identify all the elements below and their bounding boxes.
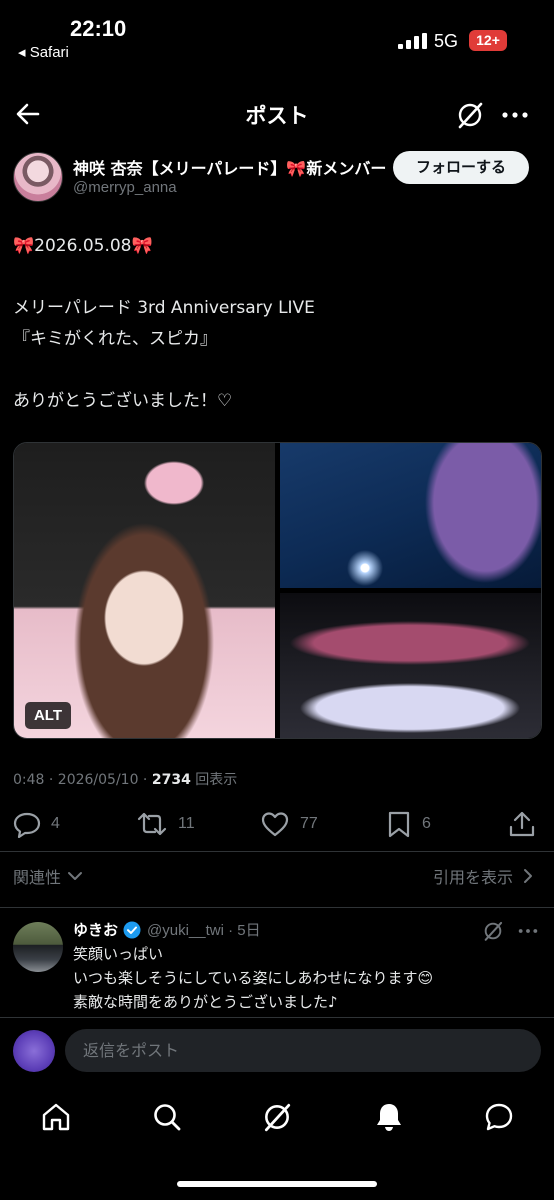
divider xyxy=(0,907,554,908)
bookmark-count: 6 xyxy=(422,815,431,832)
signal-icon xyxy=(398,33,427,49)
repost-count: 11 xyxy=(178,815,195,832)
search-icon[interactable] xyxy=(151,1101,183,1133)
sort-relevance-toggle[interactable]: 関連性 xyxy=(13,864,85,888)
status-time: 22:10 xyxy=(70,16,127,41)
view-quotes-link[interactable]: 引用を表示 xyxy=(433,864,537,888)
post-timestamp: 0:48 · 2026/05/10 · xyxy=(13,772,152,788)
bookmark-action[interactable]: 6 xyxy=(386,806,431,842)
view-quotes-label: 引用を表示 xyxy=(432,868,513,887)
reply-avatar[interactable] xyxy=(13,922,63,972)
network-label: 5G xyxy=(434,31,459,51)
reply-author-handle[interactable]: @yuki__twi · 5日 xyxy=(147,919,261,940)
follow-button[interactable]: フォローする xyxy=(393,151,529,184)
status-bar: 22:10 ◂ Safari 5G 12+ xyxy=(0,0,554,70)
battery-indicator: 12+ xyxy=(469,30,507,51)
notifications-icon[interactable] xyxy=(373,1101,405,1133)
reply-author-name[interactable]: ゆきお xyxy=(73,919,118,940)
bookmark-icon xyxy=(388,811,410,838)
reply-action[interactable]: 4 xyxy=(13,806,60,842)
author-handle[interactable]: @merryp_anna xyxy=(73,179,177,196)
media-photo-2[interactable] xyxy=(280,443,541,588)
post-text: 🎀2026.05.08🎀 メリーパレード 3rd Anniversary LIV… xyxy=(13,236,315,411)
more-icon[interactable] xyxy=(500,100,530,130)
share-action[interactable] xyxy=(508,806,536,842)
home-indicator[interactable] xyxy=(177,1181,377,1187)
alt-badge[interactable]: ALT xyxy=(25,702,71,729)
chevron-right-icon xyxy=(524,869,532,883)
view-label: 回表示 xyxy=(190,772,238,788)
action-bar: 4 11 77 6 xyxy=(0,806,554,842)
like-count: 77 xyxy=(300,815,318,832)
post-meta: 0:48 · 2026/05/10 · 2734 回表示 xyxy=(13,769,237,789)
sort-relevance-label: 関連性 xyxy=(13,868,62,887)
post-header: ポスト xyxy=(0,92,554,138)
reply-header: ゆきお @yuki__twi · 5日 xyxy=(73,919,261,940)
reply-text: 笑顔いっぱい いつも楽しそうにしている姿にしあわせになります😊 素敵な時間をあり… xyxy=(73,945,434,1011)
author-name[interactable]: 神咲 杏奈【メリーパレード】🎀新メンバー xyxy=(73,155,386,179)
divider xyxy=(0,851,554,852)
my-avatar[interactable] xyxy=(13,1030,55,1072)
repost-icon xyxy=(137,812,167,836)
media-grid: ALT xyxy=(13,442,542,739)
view-count[interactable]: 2734 xyxy=(152,772,191,788)
chevron-down-icon xyxy=(68,872,83,880)
messages-icon[interactable] xyxy=(483,1101,515,1133)
reply-composer-input[interactable]: 返信をポスト xyxy=(65,1029,541,1072)
reply-count: 4 xyxy=(51,815,60,832)
grok-icon[interactable] xyxy=(261,1101,293,1133)
back-to-safari[interactable]: ◂ Safari xyxy=(18,43,69,61)
like-icon xyxy=(261,812,289,837)
home-icon[interactable] xyxy=(40,1101,72,1133)
bottom-tab-bar xyxy=(0,1095,554,1141)
repost-action[interactable]: 11 xyxy=(136,806,195,842)
verified-icon xyxy=(123,921,141,938)
reply-icon xyxy=(13,812,41,838)
grok-icon[interactable] xyxy=(455,100,485,130)
media-photo-3[interactable] xyxy=(280,593,541,738)
author-avatar[interactable] xyxy=(13,152,63,202)
like-action[interactable]: 77 xyxy=(260,806,318,842)
grok-icon[interactable] xyxy=(482,920,504,942)
divider xyxy=(0,1017,554,1018)
more-icon[interactable] xyxy=(517,920,539,942)
share-icon xyxy=(509,811,535,837)
media-photo-1[interactable]: ALT xyxy=(14,443,275,738)
